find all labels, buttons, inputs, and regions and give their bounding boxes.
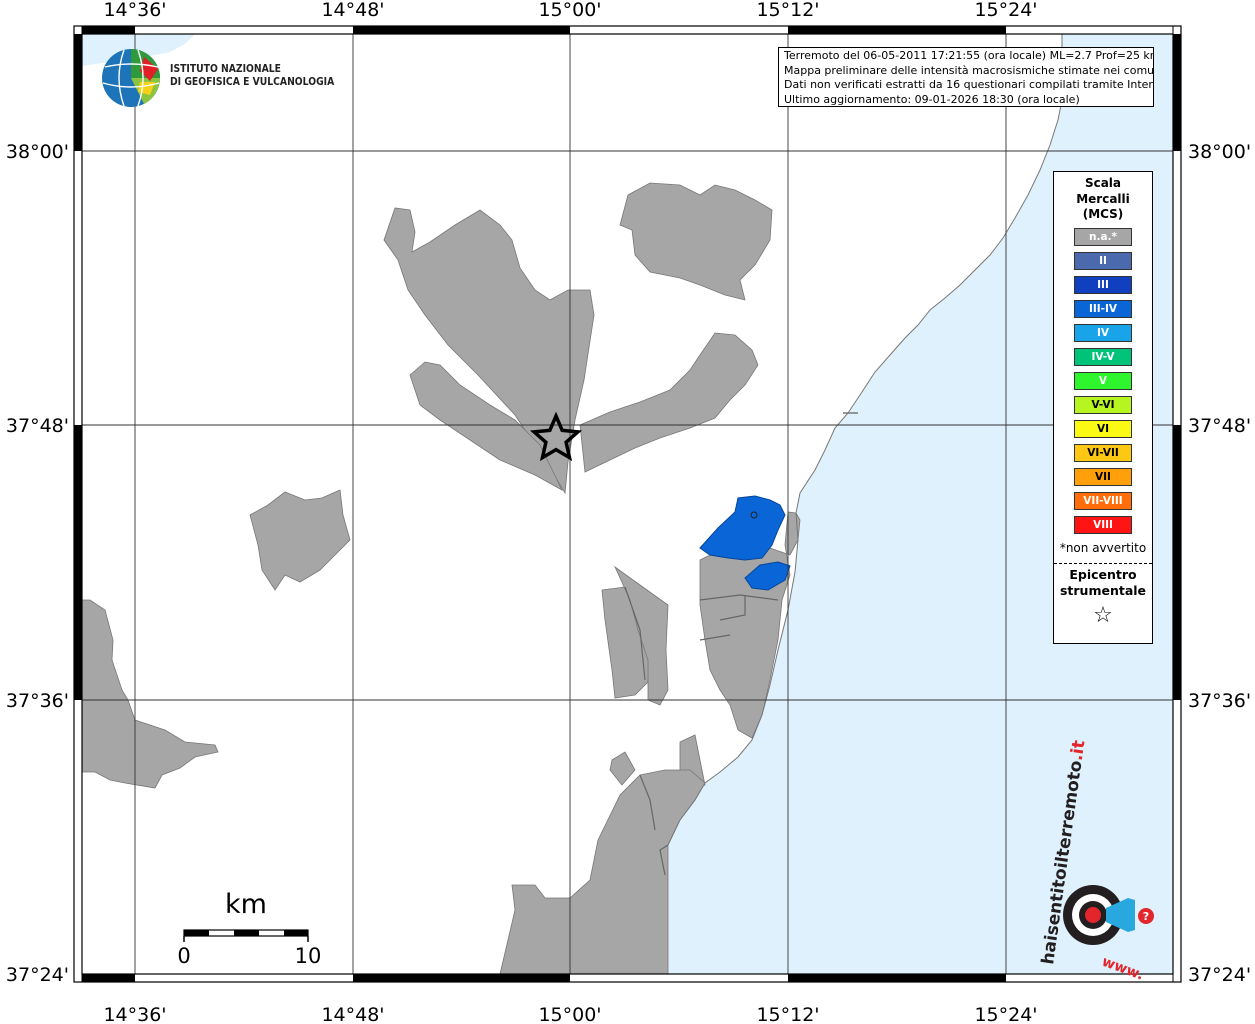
- legend-title: Scala Mercalli (MCS): [1054, 176, 1152, 223]
- legend-separator: [1054, 562, 1152, 564]
- lon-tick-label: 15°24': [974, 1004, 1037, 1024]
- lat-tick-label: 37°36': [1188, 690, 1251, 712]
- lat-labels-right: 38°00' 37°48' 37°36' 37°24': [1188, 141, 1251, 986]
- legend-item-iv: IV: [1074, 323, 1132, 342]
- ingv-logo-line1: ISTITUTO NAZIONALE: [170, 63, 281, 75]
- lon-tick-label: 14°48': [321, 1004, 384, 1024]
- legend-item-iii: III: [1074, 275, 1132, 294]
- lon-labels-top: 14°36' 14°48' 15°00' 15°12' 15°24': [103, 0, 1037, 21]
- lat-tick-label: 37°36': [6, 690, 69, 712]
- earthquake-info-box: Terremoto del 06-05-2011 17:21:55 (ora l…: [778, 47, 1154, 107]
- lat-tick-label: 38°00': [1188, 141, 1251, 163]
- lon-tick-label: 14°36': [103, 0, 166, 21]
- legend-item-vii: VII: [1074, 467, 1132, 486]
- lat-tick-label: 38°00': [6, 141, 69, 163]
- legend-item-ii: II: [1074, 251, 1132, 270]
- lon-tick-label: 14°36': [103, 1004, 166, 1024]
- legend-item-viii: VIII: [1074, 515, 1132, 534]
- lat-tick-label: 37°48': [1188, 415, 1251, 437]
- legend-star-icon: ☆: [1093, 602, 1113, 628]
- scale-bar-start: 0: [177, 944, 190, 968]
- lon-tick-label: 15°24': [974, 0, 1037, 21]
- legend-item-v-vi: V-VI: [1074, 395, 1132, 414]
- legend-item-n-a: n.a.*: [1074, 227, 1132, 246]
- legend-item-iii-iv: III-IV: [1074, 299, 1132, 318]
- legend-epicenter-line1: Epicentro: [1069, 566, 1137, 582]
- lat-tick-label: 37°48': [6, 415, 69, 437]
- scale-bar-end: 10: [295, 944, 322, 968]
- legend-title-line2: Mercalli: [1076, 191, 1130, 206]
- legend-item-v: V: [1074, 371, 1132, 390]
- lon-tick-label: 15°12': [756, 0, 819, 21]
- svg-text:?: ?: [1143, 910, 1149, 923]
- lon-labels-bottom: 14°36' 14°48' 15°00' 15°12' 15°24': [103, 1004, 1037, 1024]
- lon-tick-label: 15°00': [538, 1004, 601, 1024]
- info-line-description: Mappa preliminare delle intensità macros…: [784, 63, 1154, 77]
- legend-title-line3: (MCS): [1082, 207, 1124, 221]
- ingv-logo: ISTITUTO NAZIONALE DI GEOFISICA E VULCAN…: [100, 47, 334, 111]
- lon-tick-label: 15°00': [538, 0, 601, 21]
- legend-note: *non avvertito: [1059, 540, 1147, 555]
- legend-title-line1: Scala: [1084, 176, 1122, 190]
- ingv-logo-line2: DI GEOFISICA E VULCANOLOGIA: [170, 76, 335, 88]
- scale-bar-unit: km: [225, 889, 267, 920]
- lat-tick-label: 37°24': [6, 964, 69, 986]
- legend-epicenter-line2: strumentale: [1059, 582, 1147, 598]
- ingv-globe-icon: [102, 49, 161, 107]
- lat-labels-left: 38°00' 37°48' 37°36' 37°24': [6, 141, 69, 986]
- legend-epicenter-title: Epicentro strumentale: [1054, 567, 1152, 599]
- info-line-event: Terremoto del 06-05-2011 17:21:55 (ora l…: [784, 49, 1154, 62]
- info-line-updated: Ultimo aggiornamento: 09-01-2026 18:30 (…: [784, 92, 1080, 106]
- info-line-source: Dati non verificati estratti da 16 quest…: [784, 78, 1154, 91]
- legend-item-vi-vii: VI-VII: [1074, 443, 1132, 462]
- legend-item-vi: VI: [1074, 419, 1132, 438]
- lon-tick-label: 14°48': [321, 0, 384, 21]
- legend-item-vii-viii: VII-VIII: [1074, 491, 1132, 510]
- legend-items: n.a.* II III III-IV IV IV-V V V-VI VI VI-VII VII VI…: [1054, 227, 1152, 534]
- intensity-legend: Scala Mercalli (MCS) n.a.* II III III-IV IV I…: [1053, 171, 1153, 644]
- legend-item-iv-v: IV-V: [1074, 347, 1132, 366]
- lon-tick-label: 15°12': [756, 1004, 819, 1024]
- lat-tick-label: 37°24': [1188, 964, 1251, 986]
